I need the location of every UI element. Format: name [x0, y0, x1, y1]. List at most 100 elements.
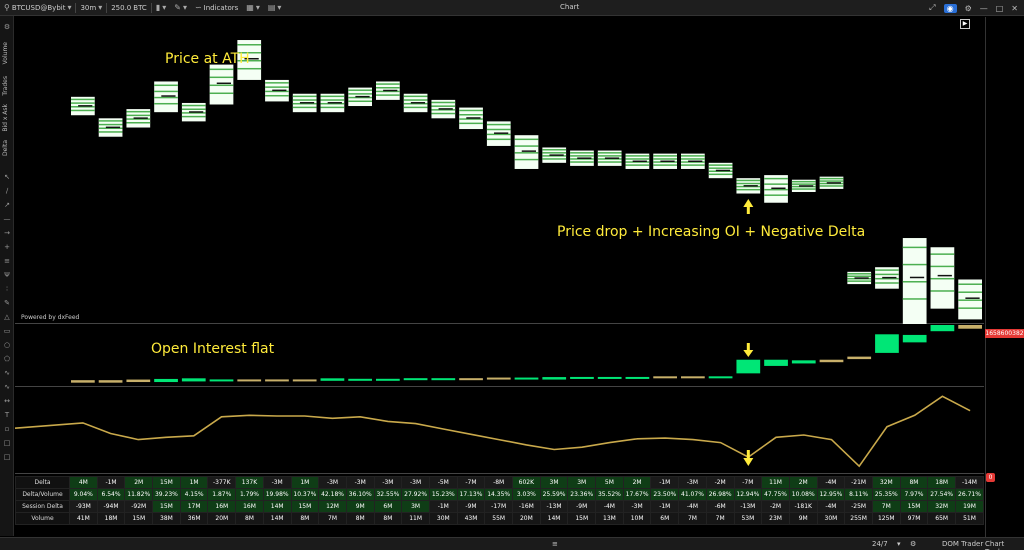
brush-icon[interactable]: ∶ — [2, 284, 12, 294]
table-cell: 11M — [761, 476, 790, 489]
candle-level — [126, 110, 151, 113]
footprint-candle[interactable] — [98, 118, 123, 137]
chevron-down-icon[interactable]: ▾ — [897, 540, 901, 548]
table-cell: 11M — [401, 512, 430, 525]
table-cell: 15M — [152, 476, 181, 489]
gear-icon[interactable]: ⚙ — [965, 4, 972, 13]
candle-body — [209, 64, 234, 105]
chart-trader-button[interactable]: Chart Trader — [985, 540, 1024, 550]
footprint-candle[interactable] — [930, 247, 955, 309]
footprint-candle[interactable] — [764, 175, 788, 203]
footprint-candle[interactable] — [431, 99, 456, 119]
price-axis[interactable] — [985, 17, 1024, 537]
footprint-candle[interactable] — [570, 150, 594, 166]
footprint-candle[interactable] — [875, 267, 899, 289]
pencil-icon[interactable]: ✎ — [2, 298, 12, 308]
close-icon[interactable]: ✕ — [1011, 4, 1018, 13]
trend-line-icon[interactable]: ∕ — [2, 186, 12, 196]
footprint-candle[interactable] — [819, 176, 844, 189]
footprint-candle[interactable] — [154, 81, 178, 113]
magnet-icon[interactable]: □ — [2, 452, 12, 462]
footprint-candle[interactable] — [348, 87, 372, 107]
lock-icon[interactable]: □ — [2, 438, 12, 448]
footprint-candle[interactable] — [486, 121, 511, 146]
footprint-candle[interactable] — [681, 153, 705, 169]
cursor-icon[interactable]: ↖ — [2, 172, 12, 182]
pitchfork-icon[interactable]: Ψ — [2, 270, 12, 280]
panel-label-delta[interactable]: Delta — [2, 140, 9, 156]
session-selector[interactable]: 24/7 — [872, 540, 888, 548]
minimize-icon[interactable]: — — [980, 4, 988, 13]
dom-trader-button[interactable]: DOM Trader — [942, 540, 983, 548]
footprint-candle[interactable] — [542, 147, 567, 163]
footprint-candle[interactable] — [209, 64, 234, 105]
indicator-line-pane[interactable] — [15, 388, 984, 474]
footprint-candle[interactable] — [376, 81, 400, 100]
horizontal-line-icon[interactable]: — — [2, 214, 12, 224]
table-cell: 8M — [290, 512, 320, 525]
indicators-button[interactable]: ∽ Indicators — [191, 0, 242, 16]
table-cell: -1M — [428, 500, 458, 513]
footprint-candle[interactable] — [181, 102, 206, 122]
settings-icon[interactable]: ⚙ — [2, 22, 12, 32]
footprint-candle[interactable] — [320, 93, 345, 113]
zigzag-icon[interactable]: ∿ — [2, 382, 12, 392]
settings-icon[interactable]: ⚙ — [910, 540, 916, 548]
note-icon[interactable]: ▫ — [2, 424, 12, 434]
restore-icon[interactable]: □ — [996, 4, 1004, 13]
footprint-candle[interactable] — [708, 162, 733, 179]
table-cell: 12.95% — [816, 488, 846, 501]
draw-tool-selector[interactable]: ✎ ▾ — [170, 0, 191, 16]
footprint-candle[interactable] — [847, 271, 872, 285]
open-interest-pane[interactable]: Open Interest flat — [15, 325, 984, 387]
candle-poc — [660, 160, 675, 163]
measure-icon[interactable]: ↔ — [2, 396, 12, 406]
maximize-icon[interactable]: ▶ — [960, 19, 970, 29]
footprint-candle[interactable] — [514, 135, 539, 169]
footprint-candle[interactable] — [597, 150, 622, 166]
table-cell: 3M — [401, 500, 430, 513]
table-cell: 30M — [428, 512, 458, 525]
cross-icon[interactable]: + — [2, 242, 12, 252]
camera-icon[interactable]: ◉ — [943, 3, 957, 13]
footprint-candle[interactable] — [403, 93, 428, 113]
footprint-candle[interactable] — [625, 153, 650, 169]
scroll-handle-icon[interactable]: ≡ — [552, 540, 558, 548]
size-selector[interactable]: 250.0 BTC — [107, 0, 151, 16]
footprint-candle[interactable] — [736, 178, 761, 194]
panel-label-volume[interactable]: Volume — [2, 42, 9, 64]
circle-icon[interactable]: ○ — [2, 340, 12, 350]
panel-label-trades[interactable]: Trades — [2, 76, 9, 96]
candle-level — [847, 273, 872, 275]
rectangle-icon[interactable]: ▭ — [2, 326, 12, 336]
arrow-right-icon[interactable]: → — [2, 228, 12, 238]
interval-selector[interactable]: 30m ▾ — [76, 0, 106, 16]
text-icon[interactable]: T — [2, 410, 12, 420]
panel-label-bid-ask[interactable]: Bid x Ask — [2, 104, 9, 132]
footprint-candle[interactable] — [292, 93, 317, 113]
wave-icon[interactable]: ∿ — [2, 368, 12, 378]
footprint-candle[interactable] — [791, 179, 816, 192]
ray-icon[interactable]: ↗ — [2, 200, 12, 210]
chart-type-selector[interactable]: ▮ ▾ — [152, 0, 170, 16]
footprint-candle[interactable] — [126, 109, 151, 128]
candle-level — [514, 158, 539, 161]
table-cell: -17M — [484, 500, 513, 513]
footprint-candle[interactable] — [902, 238, 927, 324]
powered-by-label: Powered by dxFeed — [21, 314, 80, 321]
fib-icon[interactable]: ≡ — [2, 256, 12, 266]
crosshair-icon[interactable]: ⤢ — [929, 3, 935, 13]
footprint-candle[interactable] — [653, 153, 677, 169]
footprint-candle[interactable] — [459, 107, 483, 130]
footprint-candle[interactable] — [71, 96, 95, 116]
price-pane[interactable]: Price at ATH Price drop + Increasing OI … — [15, 17, 984, 324]
symbol-selector[interactable]: ⚲ BTCUSD@Bybit ▾ — [0, 0, 75, 16]
table-cell: 7.97% — [899, 488, 929, 501]
footprint-candle[interactable] — [958, 279, 982, 320]
footprint-candle[interactable] — [265, 79, 289, 102]
save-button[interactable]: ▤ ▾ — [264, 0, 286, 16]
indicators-label: Indicators — [203, 3, 239, 12]
templates-button[interactable]: ▦ ▾ — [242, 0, 264, 16]
polygon-icon[interactable]: ⬠ — [2, 354, 12, 364]
triangle-icon[interactable]: △ — [2, 312, 12, 322]
